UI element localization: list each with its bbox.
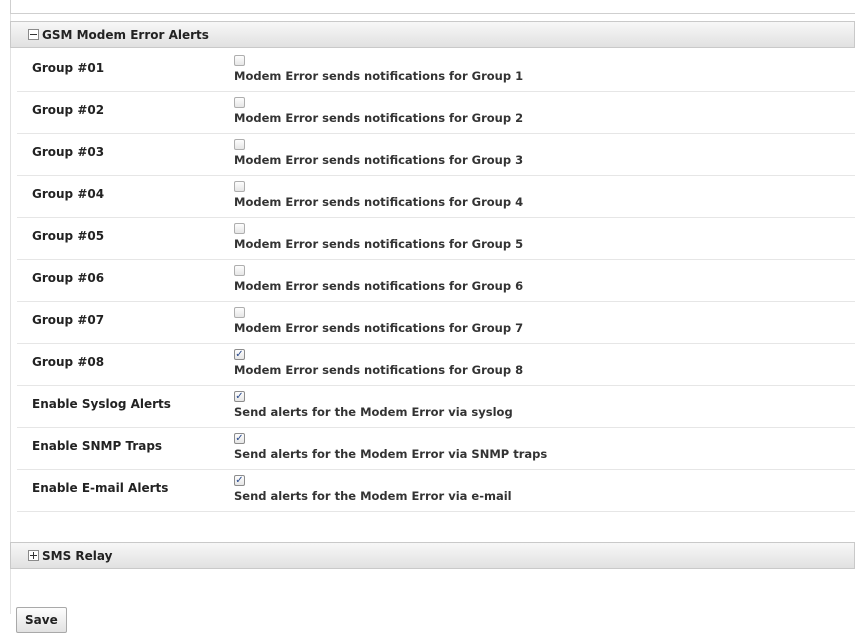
- settings-row: Group #05 Modem Error sends notification…: [17, 218, 855, 260]
- row-label: Group #07: [32, 313, 105, 327]
- row-description: Modem Error sends notifications for Grou…: [234, 111, 524, 125]
- settings-row: Group #07 Modem Error sends notification…: [17, 302, 855, 344]
- checkbox-checked[interactable]: ✓: [234, 475, 245, 486]
- settings-row: Enable SNMP Traps ✓ Send alerts for the …: [17, 428, 855, 470]
- row-label: Group #03: [32, 145, 105, 159]
- checkbox-checked[interactable]: ✓: [234, 391, 245, 402]
- row-description: Send alerts for the Modem Error via e-ma…: [234, 489, 512, 503]
- checkbox-unchecked[interactable]: [234, 307, 245, 318]
- row-label: Group #02: [32, 103, 105, 117]
- row-description: Send alerts for the Modem Error via sysl…: [234, 405, 513, 419]
- row-description: Modem Error sends notifications for Grou…: [234, 153, 524, 167]
- row-label: Group #08: [32, 355, 105, 369]
- row-label: Enable Syslog Alerts: [32, 397, 171, 411]
- settings-row: Group #04 Modem Error sends notification…: [17, 176, 855, 218]
- checkbox-unchecked[interactable]: [234, 223, 245, 234]
- gsm-section-title: GSM Modem Error Alerts: [42, 27, 209, 42]
- row-description: Modem Error sends notifications for Grou…: [234, 321, 524, 335]
- save-button[interactable]: Save: [16, 607, 67, 633]
- gsm-modem-error-alerts-header[interactable]: GSM Modem Error Alerts: [10, 21, 855, 48]
- expand-plus-icon[interactable]: [28, 550, 39, 561]
- checkbox-unchecked[interactable]: [234, 139, 245, 150]
- sms-section-title: SMS Relay: [42, 548, 113, 563]
- row-description: Send alerts for the Modem Error via SNMP…: [234, 447, 548, 461]
- row-description: Modem Error sends notifications for Grou…: [234, 279, 524, 293]
- sms-relay-header[interactable]: SMS Relay: [10, 542, 855, 569]
- panel-top-border: [10, 0, 855, 14]
- settings-row: Group #08 ✓ Modem Error sends notificati…: [17, 344, 855, 386]
- row-label: Group #06: [32, 271, 105, 285]
- row-description: Modem Error sends notifications for Grou…: [234, 363, 524, 377]
- row-description: Modem Error sends notifications for Grou…: [234, 237, 524, 251]
- row-label: Group #05: [32, 229, 105, 243]
- checkbox-checked[interactable]: ✓: [234, 349, 245, 360]
- settings-row: Group #03 Modem Error sends notification…: [17, 134, 855, 176]
- settings-row: Group #06 Modem Error sends notification…: [17, 260, 855, 302]
- settings-row: Group #02 Modem Error sends notification…: [17, 92, 855, 134]
- row-description: Modem Error sends notifications for Grou…: [234, 195, 524, 209]
- checkbox-unchecked[interactable]: [234, 55, 245, 66]
- settings-row: Group #01 Modem Error sends notification…: [17, 50, 855, 92]
- row-label: Group #01: [32, 61, 105, 75]
- checkbox-unchecked[interactable]: [234, 265, 245, 276]
- checkbox-unchecked[interactable]: [234, 181, 245, 192]
- collapse-minus-icon[interactable]: [28, 29, 39, 40]
- row-label: Enable SNMP Traps: [32, 439, 163, 453]
- row-label: Enable E-mail Alerts: [32, 481, 169, 495]
- checkbox-checked[interactable]: ✓: [234, 433, 245, 444]
- panel-left-rule: [10, 14, 11, 614]
- row-description: Modem Error sends notifications for Grou…: [234, 69, 524, 83]
- settings-row: Enable Syslog Alerts ✓ Send alerts for t…: [17, 386, 855, 428]
- checkbox-unchecked[interactable]: [234, 97, 245, 108]
- settings-row: Enable E-mail Alerts ✓ Send alerts for t…: [17, 470, 855, 512]
- row-label: Group #04: [32, 187, 105, 201]
